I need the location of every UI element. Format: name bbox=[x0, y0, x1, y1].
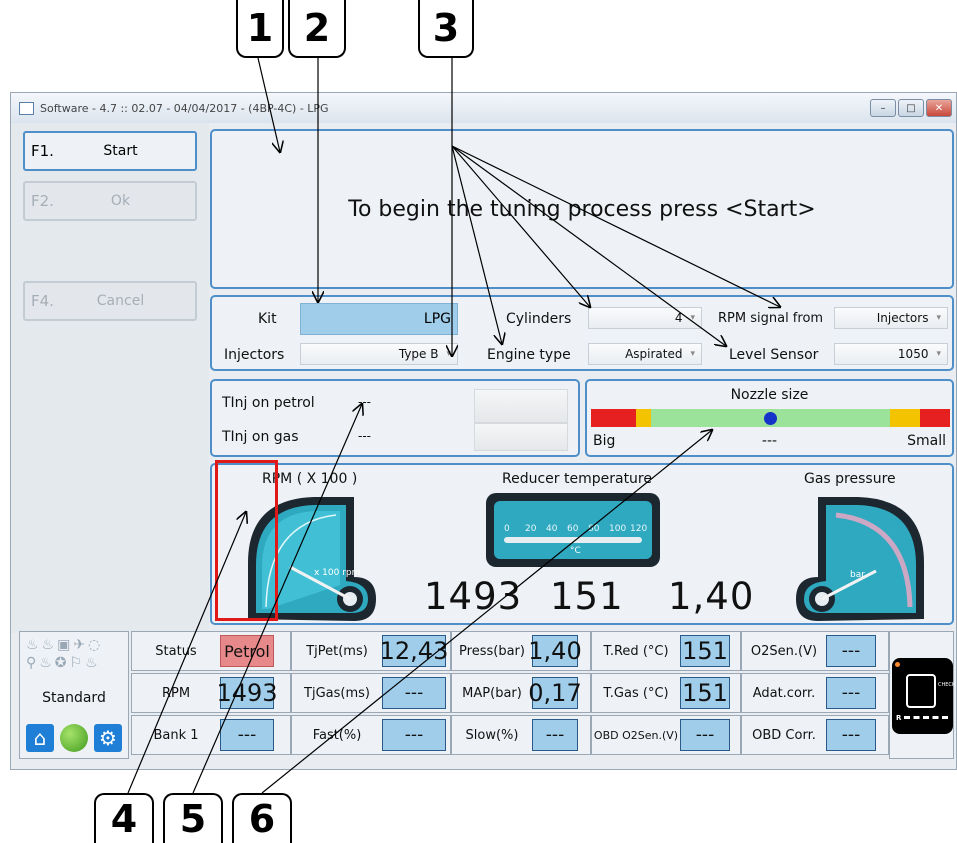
callout-arrows bbox=[127, 57, 957, 794]
